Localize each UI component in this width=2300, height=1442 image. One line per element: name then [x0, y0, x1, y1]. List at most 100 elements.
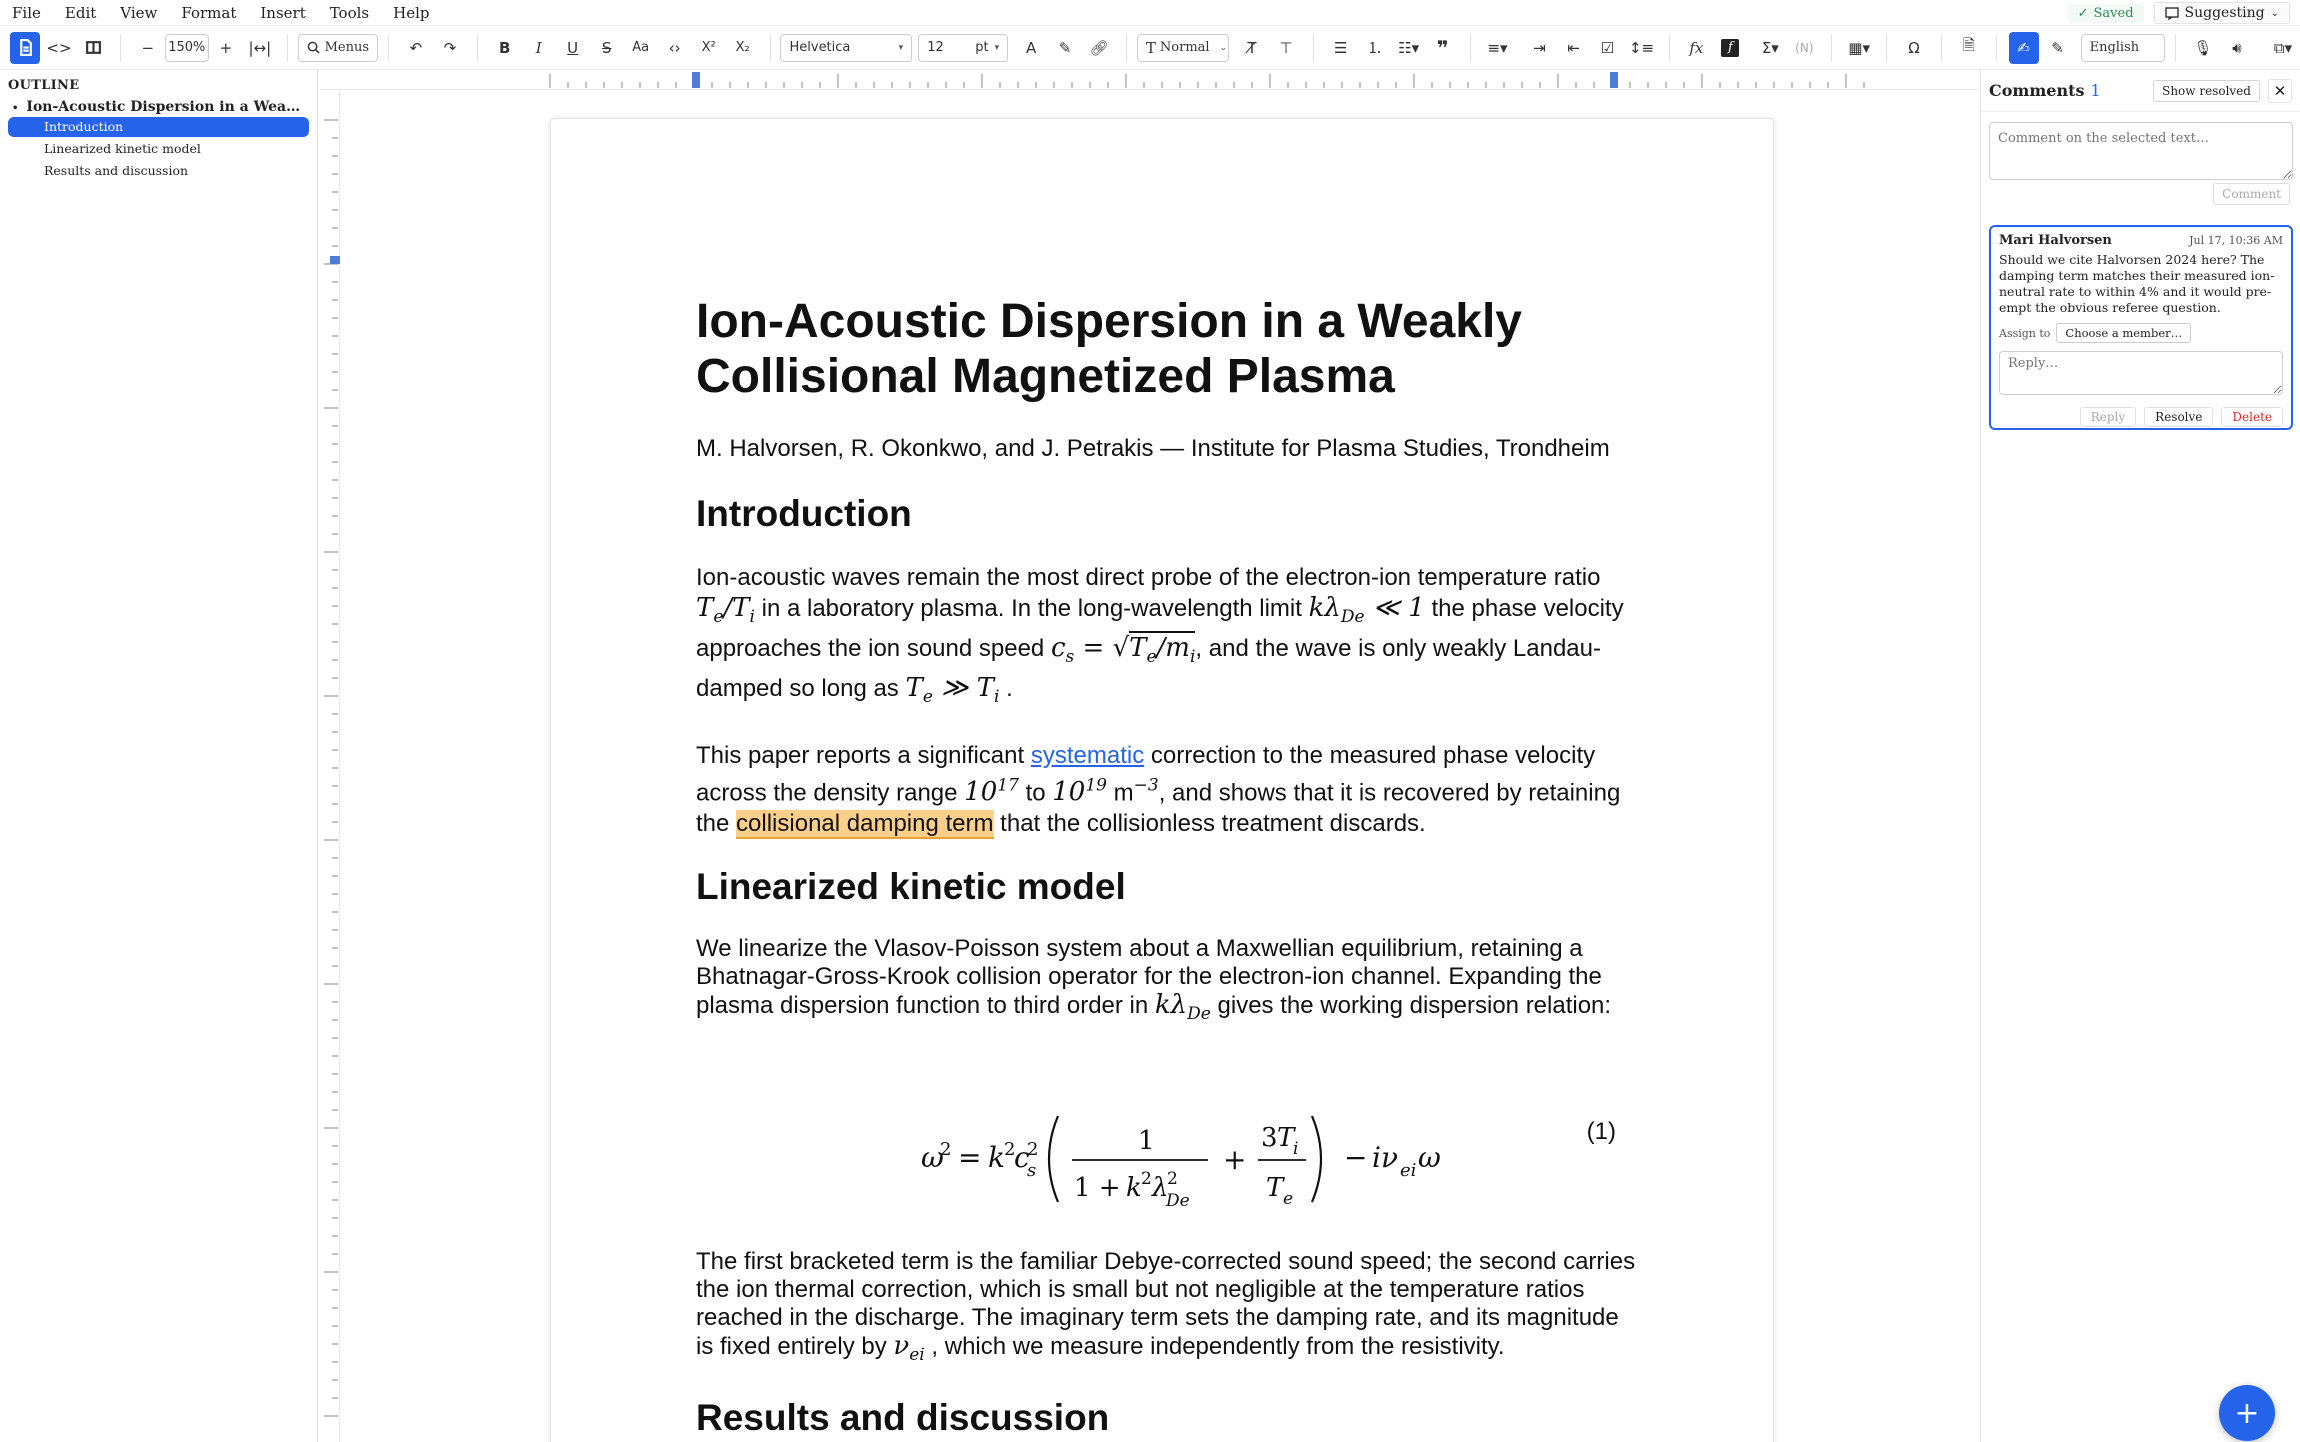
fit-width-button[interactable]: |↔| [245, 32, 275, 64]
menu-help[interactable]: Help [381, 0, 441, 26]
comment-thread[interactable]: Mari Halvorsen Jul 17, 10:36 AM Should w… [1989, 225, 2293, 430]
menus-search-button[interactable]: Menus [297, 33, 379, 62]
comment-insert-button[interactable]: 🗎︎ [1954, 32, 1984, 64]
add-fab-button[interactable]: + [2219, 1385, 2275, 1441]
suggested-insertion-link[interactable]: systematic [1031, 742, 1144, 769]
zoom-field[interactable]: 150% [164, 33, 209, 62]
bullet-list-button[interactable]: ☰ [1326, 32, 1356, 64]
paragraph-intro-1[interactable]: Ion-acoustic waves remain the most direc… [696, 562, 1636, 714]
assign-member-select[interactable]: Choose a member… [2056, 323, 2192, 343]
function-button[interactable]: fx [1681, 32, 1711, 64]
math-long-wavelength-limit[interactable]: kλDe ≪ 1 [1309, 593, 1425, 627]
text-run: gives the working dispersion relation: [1217, 992, 1612, 1020]
subscript-button[interactable]: X₂ [728, 32, 758, 64]
math-sound-speed[interactable]: cs = √Te/mi [1051, 631, 1196, 667]
outline-item-results-and-discussion[interactable]: Results and discussion [8, 161, 309, 181]
menu-insert[interactable]: Insert [248, 0, 317, 26]
font-size-field[interactable]: 12 pt ▾ [918, 33, 1009, 62]
paragraph-intro-2[interactable]: This paper reports a significant systema… [696, 740, 1636, 840]
dispersion-equation[interactable]: ω2 = k2 c2s 1 1 + k2 λ 2 De + 3Ti Te − i… [696, 1054, 1636, 1244]
numbering-button[interactable]: (N) [1789, 32, 1819, 64]
math-density-high[interactable]: 1019 [1052, 776, 1107, 808]
sum-button[interactable]: Σ▾ [1755, 32, 1785, 64]
zoom-out-button[interactable]: − [133, 32, 163, 64]
strikethrough-button[interactable]: S [592, 32, 622, 64]
collaborators-button[interactable]: ⧉▾ [2268, 32, 2298, 64]
link-button[interactable]: 🔗︎ [1084, 32, 1114, 64]
math-button[interactable]: f [1715, 32, 1745, 64]
vertical-ruler[interactable] [320, 90, 340, 1442]
font-family-select[interactable]: Helvetica ▾ [780, 33, 913, 62]
horizontal-ruler[interactable] [320, 70, 1978, 90]
line-spacing-button[interactable]: ↕≡ [1627, 32, 1657, 64]
list-options-button[interactable]: ☷▾ [1394, 32, 1424, 64]
dictation-button[interactable]: 🎙︎ [2188, 32, 2218, 64]
editing-mode-dropdown[interactable]: Suggesting ⌄ [2153, 2, 2290, 24]
inline-code-button[interactable]: ‹› [660, 32, 690, 64]
document-title[interactable]: Ion-Acoustic Dispersion in a Weakly Coll… [696, 294, 1636, 404]
split-view-button[interactable] [78, 32, 108, 64]
math-unit-exponent[interactable]: −3 [1134, 776, 1159, 807]
reply-button[interactable]: Reply [2079, 407, 2137, 427]
menu-tools[interactable]: Tools [318, 0, 381, 26]
menu-view[interactable]: View [108, 0, 169, 26]
math-collision-frequency[interactable]: νei [893, 1331, 924, 1365]
indent-decrease-button[interactable]: ⇤ [1559, 32, 1589, 64]
paragraph-model-1[interactable]: We linearize the Vlasov-Poisson system a… [696, 935, 1636, 1028]
format-painter-button[interactable]: ⊤ [1271, 32, 1301, 64]
special-char-button[interactable]: Ω [1899, 32, 1929, 64]
blockquote-button[interactable]: ❞ [1428, 32, 1458, 64]
clear-formatting-button[interactable]: T̸ [1237, 32, 1267, 64]
outline-item-introduction[interactable]: Introduction [8, 117, 309, 137]
margin-marker[interactable] [692, 72, 700, 88]
italic-button[interactable]: I [524, 32, 554, 64]
menu-format[interactable]: Format [169, 0, 248, 26]
margin-marker[interactable] [330, 256, 340, 264]
track-changes-button[interactable]: ✍︎ [2008, 31, 2039, 64]
language-select[interactable]: English [2080, 33, 2166, 62]
comment-submit-button[interactable]: Comment [2213, 183, 2290, 205]
text-color-button[interactable]: A [1016, 32, 1046, 64]
reply-input[interactable] [1999, 351, 2283, 395]
redo-button[interactable]: ↷ [435, 32, 465, 64]
show-resolved-button[interactable]: Show resolved [2153, 79, 2260, 102]
numbered-list-button[interactable]: ⒈ [1360, 32, 1390, 64]
outline-doc-title[interactable]: • Ion-Acoustic Dispersion in a Weakly Col… [12, 99, 307, 115]
read-aloud-button[interactable]: 🔊︎ [2222, 32, 2252, 64]
heading-introduction[interactable]: Introduction [696, 492, 1636, 536]
close-icon[interactable]: ✕ [2268, 78, 2292, 103]
align-button[interactable]: ≡▾ [1483, 32, 1513, 64]
paragraph-model-2[interactable]: The first bracketed term is the familiar… [696, 1248, 1636, 1369]
menu-edit[interactable]: Edit [53, 0, 108, 26]
delete-button[interactable]: Delete [2221, 407, 2283, 427]
bold-button[interactable]: B [490, 32, 520, 64]
page[interactable]: Ion-Acoustic Dispersion in a Weakly Coll… [550, 118, 1774, 1442]
checklist-button[interactable]: ☑ [1593, 32, 1623, 64]
highlight-button[interactable]: ✎ [1050, 32, 1080, 64]
undo-button[interactable]: ↶ [401, 32, 431, 64]
superscript-button[interactable]: X² [694, 32, 724, 64]
review-button[interactable]: ✎ [2043, 32, 2073, 64]
page-content[interactable]: Ion-Acoustic Dispersion in a Weakly Coll… [696, 294, 1636, 1442]
source-view-button[interactable]: <> [44, 32, 74, 64]
document-view-button[interactable] [10, 31, 40, 64]
outline-item-linearized-kinetic-model[interactable]: Linearized kinetic model [8, 139, 309, 159]
underline-button[interactable]: U [558, 32, 588, 64]
heading-linearized-kinetic-model[interactable]: Linearized kinetic model [696, 865, 1636, 909]
math-temperature-ratio[interactable]: Te/Ti [696, 593, 755, 627]
commented-text-highlight[interactable]: collisional damping term [736, 810, 994, 840]
text-case-button[interactable]: Aa [626, 32, 656, 64]
author-line[interactable]: M. Halvorsen, R. Okonkwo, and J. Petraki… [696, 434, 1636, 464]
margin-marker[interactable] [1610, 72, 1618, 88]
indent-increase-button[interactable]: ⇥ [1525, 32, 1555, 64]
math-expansion-parameter[interactable]: kλDe [1155, 990, 1211, 1024]
zoom-in-button[interactable]: + [211, 32, 241, 64]
menu-file[interactable]: File [0, 0, 53, 26]
new-comment-input[interactable] [1989, 122, 2293, 180]
resolve-button[interactable]: Resolve [2144, 407, 2214, 427]
paragraph-style-select[interactable]: T Normal ⌄ [1136, 33, 1229, 62]
math-temperature-condition[interactable]: Te ≫ Ti [905, 673, 999, 707]
math-density-low[interactable]: 1017 [964, 776, 1019, 808]
table-button[interactable]: ▦▾ [1844, 32, 1874, 64]
heading-results-and-discussion[interactable]: Results and discussion [696, 1396, 1636, 1440]
